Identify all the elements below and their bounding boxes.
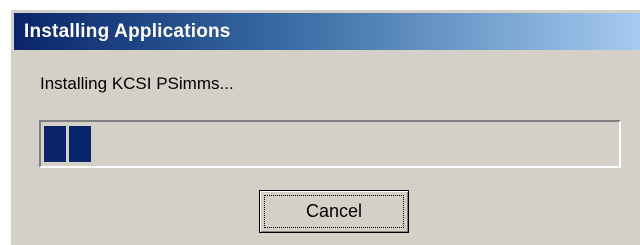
cancel-button[interactable]: Cancel	[259, 190, 409, 233]
progress-bar	[39, 120, 621, 168]
status-message: Installing KCSI PSimms...	[40, 74, 234, 93]
title-bar[interactable]: Installing Applications	[14, 13, 640, 50]
progress-block	[44, 126, 66, 162]
cancel-button-label: Cancel	[264, 195, 404, 228]
installer-dialog: Installing Applications Installing KCSI …	[10, 9, 640, 245]
progress-fill	[44, 126, 616, 162]
progress-block	[69, 126, 91, 162]
window-title: Installing Applications	[24, 20, 231, 42]
